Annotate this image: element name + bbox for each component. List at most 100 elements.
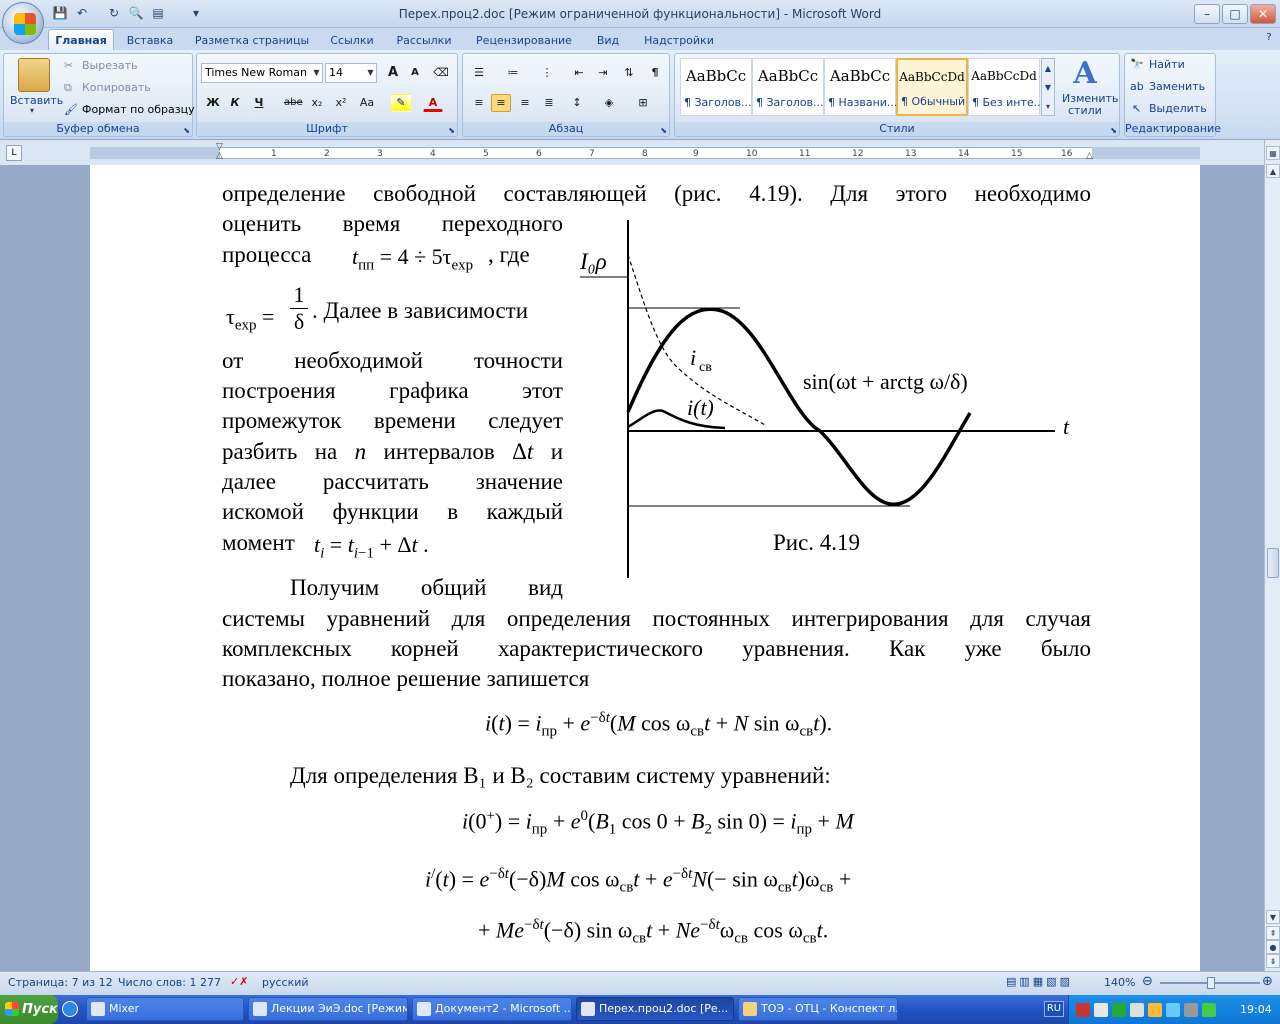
maximize-button[interactable]: □ <box>1222 4 1248 24</box>
style-title[interactable]: AaBbCc ¶ Названи... <box>824 58 896 116</box>
shading-icon[interactable]: ◈ <box>599 94 619 112</box>
styles-launcher-icon[interactable]: ⬊ <box>1110 126 1117 135</box>
style-heading1[interactable]: AaBbCc ¶ Заголов... <box>680 58 752 116</box>
taskbar-item-toe[interactable]: ТОЭ - ОТЦ - Конспект л... <box>738 997 898 1021</box>
cut-button[interactable]: Вырезать <box>82 59 137 72</box>
clear-format-icon[interactable]: ⌫ <box>431 64 451 82</box>
taskbar-item-mixer[interactable]: Mixer <box>86 997 244 1021</box>
tray-icon-eng[interactable] <box>1130 1003 1144 1017</box>
underline-button[interactable]: Ч <box>249 94 269 112</box>
paste-dropdown-icon[interactable]: ▾ <box>30 106 34 115</box>
decrease-indent-icon[interactable]: ⇤ <box>569 64 589 82</box>
minimize-button[interactable]: – <box>1194 4 1220 24</box>
tray-icon-update[interactable] <box>1184 1003 1198 1017</box>
previous-page-icon[interactable]: ⇞ <box>1266 926 1280 940</box>
tab-mailings[interactable]: Рассылки <box>388 32 460 50</box>
align-right-icon[interactable]: ≡ <box>515 94 535 112</box>
borders-icon[interactable]: ⊞ <box>633 94 653 112</box>
highlight-icon[interactable]: ✎ <box>391 94 411 112</box>
justify-icon[interactable]: ≣ <box>539 94 559 112</box>
font-name-combo[interactable]: Times New Roman ▼ <box>201 63 323 83</box>
tray-icon-messenger[interactable] <box>1112 1003 1126 1017</box>
tray-icon-security[interactable] <box>1202 1003 1216 1017</box>
font-launcher-icon[interactable]: ⬊ <box>448 126 455 135</box>
show-marks-icon[interactable]: ¶ <box>645 64 665 82</box>
scroll-thumb[interactable] <box>1267 548 1279 578</box>
replace-button[interactable]: Заменить <box>1149 80 1205 93</box>
change-styles-icon[interactable]: A <box>1070 56 1100 91</box>
tab-references[interactable]: Ссылки <box>324 32 380 50</box>
tab-home[interactable]: Главная <box>48 29 114 51</box>
zoom-level[interactable]: 140% <box>1104 976 1135 989</box>
next-page-icon[interactable]: ⇟ <box>1266 954 1280 968</box>
right-indent-marker-icon[interactable]: △ <box>1086 151 1096 161</box>
zoom-out-icon[interactable]: ⊖ <box>1142 974 1153 989</box>
select-button[interactable]: Выделить <box>1149 102 1207 115</box>
clipboard-launcher-icon[interactable]: ⬊ <box>183 126 190 135</box>
help-icon[interactable]: ? <box>1262 32 1276 46</box>
format-painter-button[interactable]: Формат по образцу <box>82 103 195 116</box>
bullets-icon[interactable]: ☰ <box>469 64 489 82</box>
change-case-button[interactable]: Aa <box>357 94 377 112</box>
scroll-up-icon[interactable]: ▲ <box>1266 164 1280 178</box>
copy-button[interactable]: Копировать <box>82 81 151 94</box>
font-size-combo[interactable]: 14 ▼ <box>325 63 377 83</box>
shrink-font-button[interactable]: A <box>405 64 425 82</box>
numbering-icon[interactable]: ≔ <box>503 64 523 82</box>
tab-review[interactable]: Рецензирование <box>468 32 580 50</box>
sort-icon[interactable]: ⇅ <box>619 64 639 82</box>
language-bar[interactable]: RU <box>1044 1001 1064 1017</box>
line-spacing-icon[interactable]: ↕ <box>567 94 587 112</box>
horizontal-ruler[interactable]: 2 1 1 2 3 4 5 6 7 8 9 10 11 12 13 14 15 … <box>90 147 1200 159</box>
tab-view[interactable]: Вид <box>588 32 628 50</box>
taskbar-item-perekh[interactable]: Перех.проц2.doc [Ре... <box>576 997 734 1021</box>
paste-button[interactable]: Вставить <box>10 94 63 107</box>
zoom-in-icon[interactable]: ⊕ <box>1262 974 1273 989</box>
styles-scroll[interactable]: ▲ ▼ ▾ <box>1041 58 1055 116</box>
multilevel-list-icon[interactable]: ⋮ <box>537 64 557 82</box>
taskbar-item-lectures[interactable]: Лекции ЭиЭ.doc [Режим... <box>248 997 408 1021</box>
tab-page-layout[interactable]: Разметка страницы <box>188 32 316 50</box>
bold-button[interactable]: Ж <box>203 94 223 112</box>
paste-icon[interactable] <box>18 58 50 92</box>
browse-object-icon[interactable]: ● <box>1266 940 1280 954</box>
strikethrough-button[interactable]: abe <box>283 94 303 112</box>
tray-icon-volume[interactable] <box>1166 1003 1180 1017</box>
ruler-toggle-icon[interactable]: ▦ <box>1266 146 1280 160</box>
increase-indent-icon[interactable]: ⇥ <box>593 64 613 82</box>
align-center-icon[interactable]: ≡ <box>491 94 511 112</box>
tray-icon-app[interactable] <box>1148 1003 1162 1017</box>
subscript-button[interactable]: x₂ <box>307 94 327 112</box>
scroll-down-icon[interactable]: ▼ <box>1266 910 1280 924</box>
word-count[interactable]: Число слов: 1 277 <box>118 976 221 989</box>
ie-quicklaunch-icon[interactable] <box>62 1001 78 1017</box>
vertical-scrollbar[interactable]: ▦ ▲ ▼ ⇞ ● ⇟ <box>1264 140 1280 971</box>
tab-selector-icon[interactable]: L <box>6 145 22 161</box>
grow-font-button[interactable]: A <box>383 64 403 82</box>
tab-insert[interactable]: Вставка <box>120 32 180 50</box>
spelling-icon[interactable]: ✓✗ <box>230 975 248 988</box>
clock[interactable]: 19:04 <box>1240 1003 1272 1016</box>
tray-icon-network[interactable] <box>1094 1003 1108 1017</box>
font-color-icon[interactable]: A <box>423 94 443 112</box>
close-button[interactable]: ✕ <box>1250 4 1276 24</box>
italic-button[interactable]: К <box>225 94 245 112</box>
zoom-slider-thumb[interactable] <box>1207 977 1215 989</box>
indent-marker-icon[interactable]: ▽ △ <box>216 143 226 163</box>
superscript-button[interactable]: x² <box>331 94 351 112</box>
find-button[interactable]: Найти <box>1149 58 1185 71</box>
page-count[interactable]: Страница: 7 из 12 <box>8 976 113 989</box>
style-no-spacing[interactable]: AaBbCcDd ¶ Без инте... <box>968 58 1040 116</box>
style-heading2[interactable]: AaBbCc ¶ Заголов... <box>752 58 824 116</box>
office-button[interactable] <box>2 2 44 44</box>
chevron-down-icon[interactable]: ▼ <box>365 64 376 82</box>
change-styles-button-line2[interactable]: стили <box>1068 104 1102 117</box>
chevron-down-icon[interactable]: ▼ <box>311 64 322 82</box>
language-indicator[interactable]: русский <box>262 976 309 989</box>
paragraph-launcher-icon[interactable]: ⬊ <box>660 126 667 135</box>
tray-icon-antivirus[interactable] <box>1076 1003 1090 1017</box>
style-normal[interactable]: AaBbCcDd ¶ Обычный <box>896 58 968 116</box>
view-buttons-icon[interactable]: ▤▥▦▧▨ <box>1006 975 1073 988</box>
tab-addins[interactable]: Надстройки <box>636 32 722 50</box>
taskbar-item-document2[interactable]: Документ2 - Microsoft ... <box>412 997 572 1021</box>
